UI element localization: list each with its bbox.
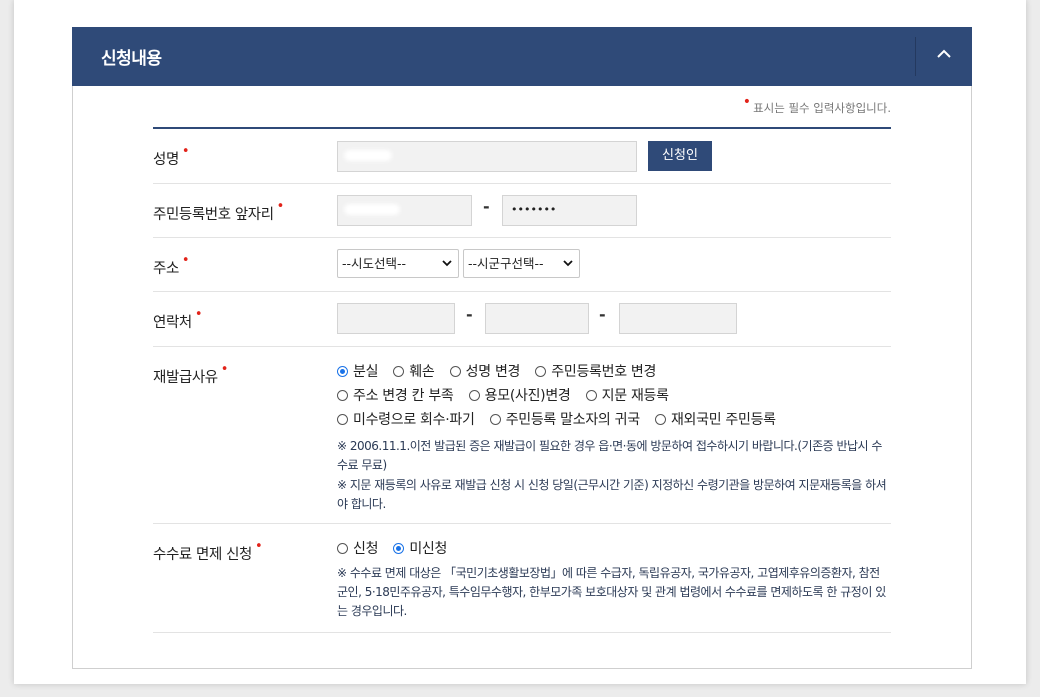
rrn-separator: -: [483, 197, 490, 216]
reason-option-damaged[interactable]: 훼손: [393, 361, 435, 381]
radio-icon: [337, 543, 348, 554]
reason-option-name-change[interactable]: 성명 변경: [449, 361, 520, 381]
radio-icon: [468, 390, 480, 401]
required-dot-icon: •: [220, 362, 229, 377]
rrn-back-input[interactable]: •••••••: [502, 195, 637, 226]
reason-options-line-1: 분실 훼손 성명 변경 주민등록번호 변경: [337, 361, 667, 381]
radio-icon: [393, 366, 405, 377]
row-address: 주소• --시도선택-- --시군구선택--: [153, 238, 891, 292]
radio-icon: [585, 390, 597, 401]
radio-icon: [337, 414, 348, 425]
radio-icon: [654, 414, 666, 425]
rrn-front-input[interactable]: [337, 195, 472, 226]
fee-note: ※ 수수료 면제 대상은 「국민기초생활보장법」에 따른 수급자, 독립유공자,…: [337, 566, 886, 618]
required-note-text: 표시는 필수 입력사항입니다.: [753, 101, 891, 115]
chevron-down-icon: [563, 260, 573, 267]
reason-option-uncollected[interactable]: 미수령으로 회수·파기: [337, 409, 475, 429]
sido-select[interactable]: --시도선택--: [337, 249, 459, 278]
fee-option-not-apply[interactable]: 미신청: [393, 538, 447, 558]
panel-title: 신청내용: [101, 49, 162, 69]
reason-option-address-space[interactable]: 주소 변경 칸 부족: [337, 385, 454, 405]
reason-options-line-2: 주소 변경 칸 부족 용모(사진)변경 지문 재등록: [337, 385, 680, 405]
phone-separator-1: -: [466, 305, 473, 324]
radio-icon: [449, 366, 461, 377]
row-reason: 재발급사유• 분실 훼손 성명 변경 주민등록번호 변경 주소 변경 칸 부족 …: [153, 347, 891, 524]
chevron-down-icon: [442, 260, 452, 267]
row-fee-exemption: 수수료 면제 신청• 신청 미신청 ※ 수수료 면제 대상은 「국민기초생활보장…: [153, 524, 891, 633]
collapse-button[interactable]: [916, 27, 972, 86]
panel-header: 신청내용: [72, 27, 972, 86]
name-input[interactable]: [337, 141, 637, 172]
application-form: 성명• 신청인 주민등록번호 앞자리• - ••••••• 주소• --시도선택…: [153, 127, 891, 633]
phone-1-input[interactable]: [337, 303, 455, 334]
radio-icon: [337, 390, 348, 401]
radio-icon: [535, 366, 547, 377]
sigungu-select[interactable]: --시군구선택--: [463, 249, 580, 278]
phone-3-input[interactable]: [619, 303, 737, 334]
contact-label: 연락처•: [153, 307, 203, 331]
required-dot-icon: •: [194, 307, 203, 322]
reason-option-fingerprint[interactable]: 지문 재등록: [585, 385, 669, 405]
chevron-up-icon: [937, 49, 951, 58]
page: 신청내용 • 표시는 필수 입력사항입니다. 성명• 신청인 주민등록번호 앞자리…: [14, 0, 1026, 684]
reason-option-photo-change[interactable]: 용모(사진)변경: [468, 385, 571, 405]
reason-label: 재발급사유•: [153, 362, 228, 386]
radio-checked-icon: [337, 366, 348, 377]
fee-option-apply[interactable]: 신청: [337, 538, 378, 558]
applicant-button[interactable]: 신청인: [648, 141, 712, 171]
name-label: 성명•: [153, 144, 190, 168]
reason-option-rrn-change[interactable]: 주민등록번호 변경: [535, 361, 656, 381]
phone-2-input[interactable]: [485, 303, 589, 334]
reason-options-line-3: 미수령으로 회수·파기 주민등록 말소자의 귀국 재외국민 주민등록: [337, 409, 787, 429]
reason-option-overseas[interactable]: 재외국민 주민등록: [654, 409, 776, 429]
required-dot-icon: •: [276, 199, 285, 214]
fee-options: 신청 미신청: [337, 538, 458, 558]
required-dot-icon: •: [255, 539, 263, 554]
radio-checked-icon: [393, 543, 405, 554]
phone-separator-2: -: [599, 305, 606, 324]
fee-label: 수수료 면제 신청•: [153, 539, 263, 563]
required-dot-icon: •: [742, 94, 752, 110]
radio-icon: [489, 414, 501, 425]
required-dot-icon: •: [181, 253, 190, 268]
reason-note-1: ※ 2006.11.1.이전 발급된 증은 재발급이 필요한 경우 읍·면·동에…: [337, 439, 882, 472]
address-label: 주소•: [153, 253, 190, 277]
rrn-label: 주민등록번호 앞자리•: [153, 199, 284, 223]
row-name: 성명• 신청인: [153, 129, 891, 184]
required-note: • 표시는 필수 입력사항입니다.: [743, 94, 891, 116]
reason-option-return[interactable]: 주민등록 말소자의 귀국: [489, 409, 640, 429]
required-dot-icon: •: [181, 144, 190, 159]
reason-note-2: ※ 지문 재등록의 사유로 재발급 신청 시 신청 당일(근무시간 기준) 지정…: [337, 478, 887, 511]
row-contact: 연락처• - -: [153, 292, 891, 347]
row-rrn: 주민등록번호 앞자리• - •••••••: [153, 184, 891, 238]
application-panel: 신청내용 • 표시는 필수 입력사항입니다. 성명• 신청인 주민등록번호 앞자리…: [72, 27, 972, 669]
reason-option-lost[interactable]: 분실: [337, 361, 378, 381]
